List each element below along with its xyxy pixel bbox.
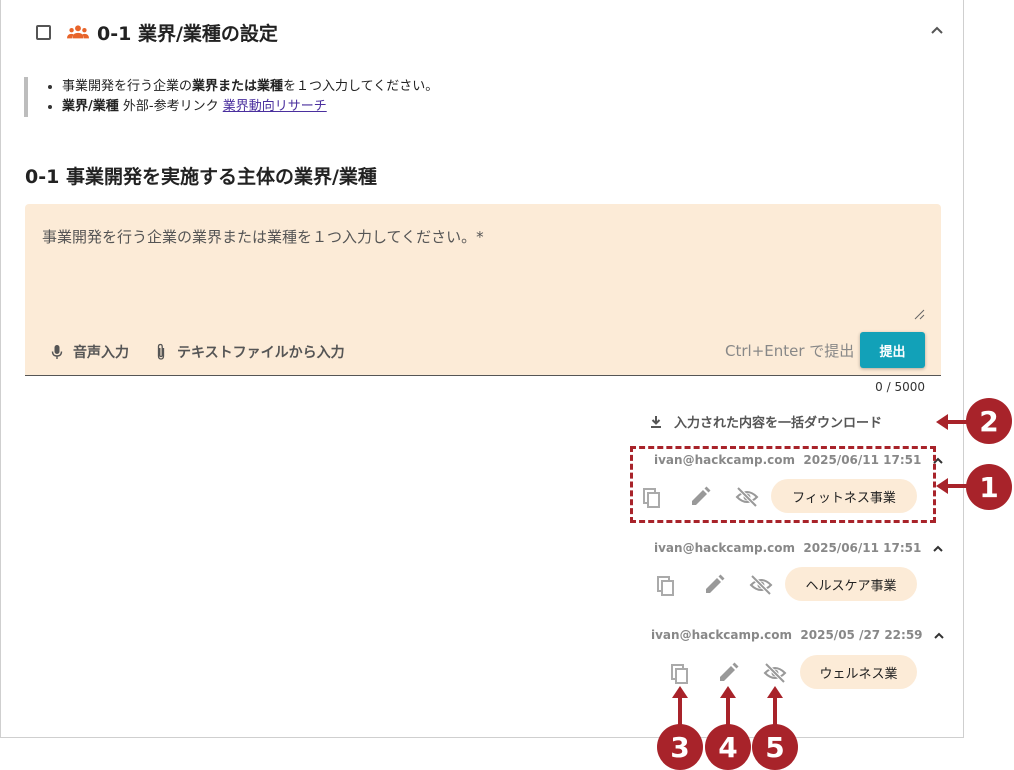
edit-icon[interactable] xyxy=(702,573,726,597)
char-counter: 0 / 5000 xyxy=(875,380,925,394)
callout-badge-2: 2 xyxy=(966,398,1012,444)
submit-hint: Ctrl+Enter で提出 xyxy=(725,342,855,360)
callout-badge-5: 5 xyxy=(752,724,798,770)
section-header[interactable]: 0-1 業界/業種の設定 xyxy=(36,18,278,46)
entry-meta: ivan@hackcamp.com 2025/06/11 17:51 xyxy=(654,541,944,555)
section-title: 0-1 業界/業種の設定 xyxy=(97,22,278,45)
voice-input-button[interactable]: 音声入力 xyxy=(51,342,129,362)
question-title: 0-1 事業開発を実施する主体の業界/業種 xyxy=(25,166,377,188)
entry-meta: ivan@hackcamp.com 2025/05 /27 22:59 xyxy=(651,628,945,642)
mic-icon xyxy=(51,345,63,359)
chevron-up-icon[interactable] xyxy=(928,22,946,40)
callout-arrows xyxy=(936,414,968,494)
note-item: 業界/業種 外部-参考リンク 業界動向リサーチ xyxy=(47,97,438,117)
chevron-up-icon[interactable] xyxy=(932,544,944,554)
checkbox-icon[interactable] xyxy=(36,24,51,40)
instruction-notes: 事業開発を行う企業の業界または業種を１つ入力してください。 業界/業種 外部-参… xyxy=(24,77,438,117)
paperclip-icon xyxy=(157,343,165,360)
download-icon xyxy=(651,416,661,428)
group-icon xyxy=(67,25,89,39)
answer-chip[interactable]: ヘルスケア事業 xyxy=(785,567,917,601)
resize-handle-icon[interactable] xyxy=(913,308,925,320)
copy-icon[interactable] xyxy=(654,573,678,597)
note-item: 事業開発を行う企業の業界または業種を１つ入力してください。 xyxy=(47,77,438,97)
callout-badge-4: 4 xyxy=(705,724,751,770)
bulk-download-button[interactable]: 入力された内容を一括ダウンロード xyxy=(650,412,882,431)
highlight-box xyxy=(630,446,936,523)
visibility-off-icon[interactable] xyxy=(749,573,773,597)
submit-button[interactable]: 提出 xyxy=(860,332,925,368)
copy-icon[interactable] xyxy=(668,661,692,685)
callout-badge-1: 1 xyxy=(966,464,1012,510)
edit-icon[interactable] xyxy=(716,661,740,685)
answer-input[interactable]: 事業開発を行う企業の業界または業種を１つ入力してください。* 音声入力 テキスト… xyxy=(25,204,941,376)
chevron-up-icon[interactable] xyxy=(933,631,945,641)
answer-chip[interactable]: ウェルネス業 xyxy=(800,655,917,689)
file-input-button[interactable]: テキストファイルから入力 xyxy=(155,342,345,362)
callout-badge-3: 3 xyxy=(657,724,703,770)
input-placeholder: 事業開発を行う企業の業界または業種を１つ入力してください。* xyxy=(42,228,484,246)
visibility-off-icon[interactable] xyxy=(763,661,787,685)
reference-link[interactable]: 業界動向リサーチ xyxy=(223,99,327,114)
